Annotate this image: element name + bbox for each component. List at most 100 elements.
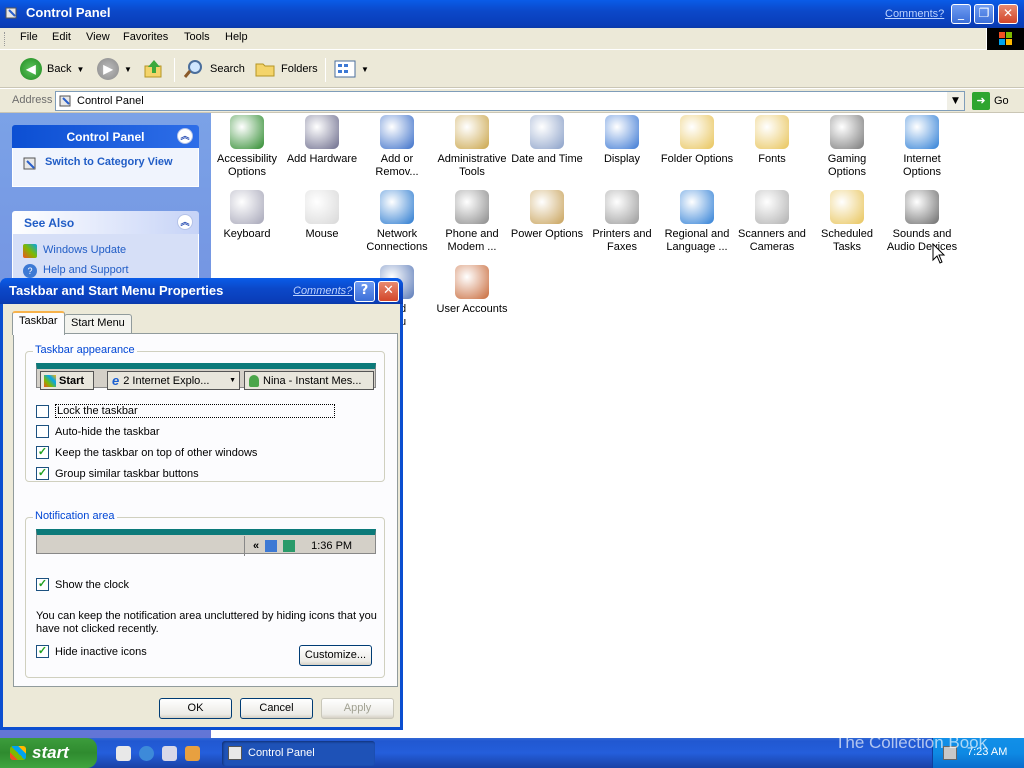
cp-item-display[interactable]: Display — [584, 115, 660, 166]
control-panel-panel: Control Panel ︽ Switch to Category View — [12, 125, 199, 187]
taskbar-properties-dialog: Taskbar and Start Menu Properties Commen… — [0, 278, 403, 730]
cp-item-fonts[interactable]: Fonts — [734, 115, 810, 166]
notification-preview: « 1:36 PM — [36, 529, 376, 556]
help-support-link[interactable]: ? Help and Support — [23, 264, 188, 278]
switch-view-link[interactable]: Switch to Category View — [23, 156, 188, 172]
cp-item-accessibility-options[interactable]: Accessibility Options — [209, 115, 285, 179]
collapse-chevron-icon[interactable]: ︽ — [177, 128, 193, 144]
taskbar-item-control-panel[interactable]: Control Panel — [222, 741, 375, 766]
search-button[interactable]: Search — [183, 58, 245, 80]
menu-help[interactable]: Help — [225, 31, 248, 43]
panel-body: Switch to Category View — [12, 148, 199, 187]
views-button[interactable]: ▼ — [334, 58, 369, 80]
scheduled-tasks-icon — [830, 190, 864, 224]
cp-item-mouse[interactable]: Mouse — [284, 190, 360, 241]
cp-item-power-options[interactable]: Power Options — [509, 190, 585, 241]
cp-item-label: Network Connections — [366, 228, 428, 253]
lock-taskbar-checkbox[interactable]: Lock the taskbar — [36, 404, 335, 418]
control-panel-icon — [228, 746, 242, 760]
cp-item-add-or-remov[interactable]: Add or Remov... — [359, 115, 435, 179]
help-button[interactable]: ? — [354, 281, 375, 302]
add-hardware-icon — [305, 115, 339, 149]
panel-header[interactable]: Control Panel ︽ — [12, 125, 199, 148]
cp-item-internet-options[interactable]: Internet Options — [884, 115, 960, 179]
control-panel-icon — [5, 7, 17, 19]
cp-item-regional-and-language[interactable]: Regional and Language ... — [659, 190, 735, 254]
menu-view[interactable]: View — [86, 31, 110, 43]
apply-button[interactable]: Apply — [321, 698, 394, 719]
internet-options-icon — [905, 115, 939, 149]
cp-item-add-hardware[interactable]: Add Hardware — [284, 115, 360, 166]
cp-item-label: Gaming Options — [827, 153, 867, 178]
forward-dropdown-icon[interactable]: ▼ — [124, 65, 132, 74]
go-button[interactable]: ➜ Go — [972, 92, 1009, 110]
tab-taskbar[interactable]: Taskbar — [12, 311, 65, 335]
preview-ie-group: e 2 Internet Explo... ▼ — [107, 371, 240, 390]
collapse-chevron-icon[interactable]: ︽ — [177, 214, 193, 230]
cp-item-printers-and-faxes[interactable]: Printers and Faxes — [584, 190, 660, 254]
menu-grip — [4, 32, 6, 46]
dialog-titlebar[interactable]: Taskbar and Start Menu Properties Commen… — [0, 278, 403, 304]
cp-item-network-connections[interactable]: Network Connections — [359, 190, 435, 254]
cp-item-phone-and-modem[interactable]: Phone and Modem ... — [434, 190, 510, 254]
cp-item-label: Power Options — [510, 228, 584, 240]
dialog-close-button[interactable]: ✕ — [378, 281, 399, 302]
address-dropdown-icon[interactable]: ▼ — [947, 92, 964, 110]
close-button[interactable]: ✕ — [998, 4, 1018, 24]
up-folder-button[interactable] — [143, 58, 165, 80]
auto-hide-checkbox[interactable]: Auto-hide the taskbar — [36, 425, 160, 438]
cp-item-scanners-and-cameras[interactable]: Scanners and Cameras — [734, 190, 810, 254]
windows-update-link[interactable]: Windows Update — [23, 244, 188, 258]
toolbar-separator — [174, 58, 175, 82]
checkbox-box: ✓ — [36, 446, 49, 459]
menu-favorites[interactable]: Favorites — [123, 31, 168, 43]
tab-start-menu[interactable]: Start Menu — [64, 314, 132, 334]
forward-button[interactable]: ▶ ▼ — [97, 58, 132, 80]
ie-icon[interactable] — [139, 746, 154, 761]
back-button[interactable]: ◀ Back ▼ — [20, 58, 84, 80]
cp-item-sounds-and-audio-devices[interactable]: Sounds and Audio Devices — [884, 190, 960, 254]
menu-edit[interactable]: Edit — [52, 31, 71, 43]
checkbox-label: Auto-hide the taskbar — [55, 425, 160, 438]
address-label: Address — [12, 94, 53, 106]
explorer-icon[interactable] — [162, 746, 177, 761]
desktop-icon[interactable] — [116, 746, 131, 761]
panel-header[interactable]: See Also ︽ — [12, 211, 199, 234]
cp-item-administrative-tools[interactable]: Administrative Tools — [434, 115, 510, 179]
customize-button[interactable]: Customize... — [299, 645, 372, 666]
menu-tools[interactable]: Tools — [184, 31, 210, 43]
cancel-button[interactable]: Cancel — [240, 698, 313, 719]
hide-inactive-checkbox[interactable]: ✓ Hide inactive icons — [36, 645, 147, 658]
cp-item-label: Scanners and Cameras — [738, 228, 806, 253]
back-dropdown-icon[interactable]: ▼ — [76, 65, 84, 74]
add-or-remov-icon — [380, 115, 414, 149]
cp-item-date-and-time[interactable]: Date and Time — [509, 115, 585, 166]
network-connections-icon — [380, 190, 414, 224]
keep-on-top-checkbox[interactable]: ✓ Keep the taskbar on top of other windo… — [36, 446, 257, 459]
ok-button[interactable]: OK — [159, 698, 232, 719]
sounds-and-audio-devices-icon — [905, 190, 939, 224]
show-clock-checkbox[interactable]: ✓ Show the clock — [36, 578, 129, 591]
dialog-title: Taskbar and Start Menu Properties — [9, 283, 224, 298]
address-field[interactable]: Control Panel ▼ — [55, 91, 965, 111]
dialog-comments-link[interactable]: Comments? — [293, 285, 352, 297]
comments-link[interactable]: Comments? — [885, 8, 944, 20]
group-buttons-checkbox[interactable]: ✓ Group similar taskbar buttons — [36, 467, 199, 480]
minimize-button[interactable]: _ — [951, 4, 971, 24]
menu-file[interactable]: File — [20, 31, 38, 43]
cp-item-label: Display — [603, 153, 641, 165]
maximize-button[interactable]: ❐ — [974, 4, 994, 24]
folders-button[interactable]: Folders — [254, 58, 318, 80]
views-dropdown-icon[interactable]: ▼ — [361, 65, 369, 74]
checkbox-box: ✓ — [36, 645, 49, 658]
start-button[interactable]: start — [0, 738, 97, 768]
window-titlebar[interactable]: Control Panel Comments? _ ❐ ✕ — [0, 0, 1024, 28]
cp-item-gaming-options[interactable]: Gaming Options — [809, 115, 885, 179]
cp-item-keyboard[interactable]: Keyboard — [209, 190, 285, 241]
cp-item-folder-options[interactable]: Folder Options — [659, 115, 735, 166]
cp-item-scheduled-tasks[interactable]: Scheduled Tasks — [809, 190, 885, 254]
cp-item-user-accounts[interactable]: User Accounts — [434, 265, 510, 316]
cp-item-label: Add or Remov... — [375, 153, 419, 178]
checkbox-label: Show the clock — [55, 578, 129, 591]
media-icon[interactable] — [185, 746, 200, 761]
